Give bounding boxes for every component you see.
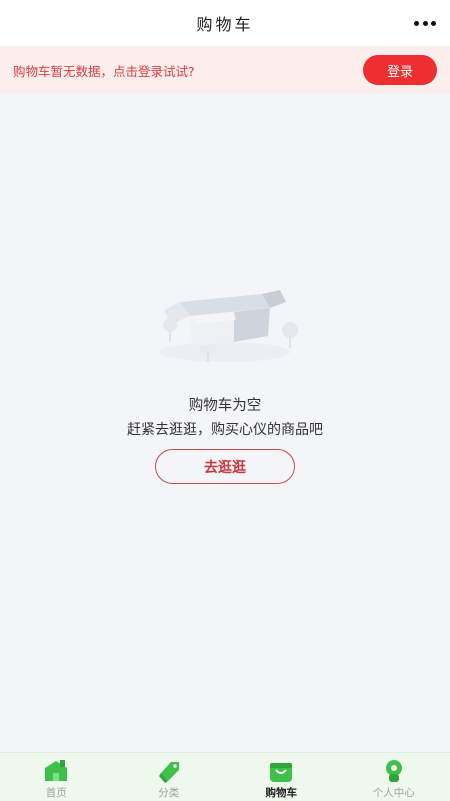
tab-cart-label: 购物车 [266,785,298,800]
empty-cart-title: 购物车为空 [0,394,450,415]
tab-home[interactable]: 首页 [0,753,113,801]
more-dot-icon [423,21,428,26]
login-prompt-banner: 购物车暂无数据，点击登录试试? 登录 [0,46,450,94]
empty-cart-subtitle: 赶紧去逛逛，购买心仪的商品吧 [0,419,450,439]
nav-header: 购物车 [0,0,450,46]
page-title: 购物车 [196,11,253,35]
tab-profile[interactable]: 个人中心 [338,753,450,801]
tab-category[interactable]: 分类 [113,753,226,801]
tab-cart[interactable]: 购物车 [225,753,338,801]
tag-icon [155,759,183,783]
tab-category-label: 分类 [158,785,179,800]
more-dot-icon [414,21,419,26]
shopping-bag-icon [267,759,295,783]
go-shopping-button[interactable]: 去逛逛 [155,449,295,484]
bottom-tabbar: 首页 分类 购物车 个人中心 [0,752,450,801]
login-button[interactable]: 登录 [363,55,437,85]
login-prompt-text: 购物车暂无数据，点击登录试试? [13,61,195,80]
user-icon [380,759,408,783]
tab-home-label: 首页 [46,785,67,800]
home-icon [42,759,70,783]
more-dot-icon [431,21,436,26]
tab-profile-label: 个人中心 [373,785,415,800]
more-menu-button[interactable] [414,13,436,33]
empty-box-illustration [150,280,300,370]
